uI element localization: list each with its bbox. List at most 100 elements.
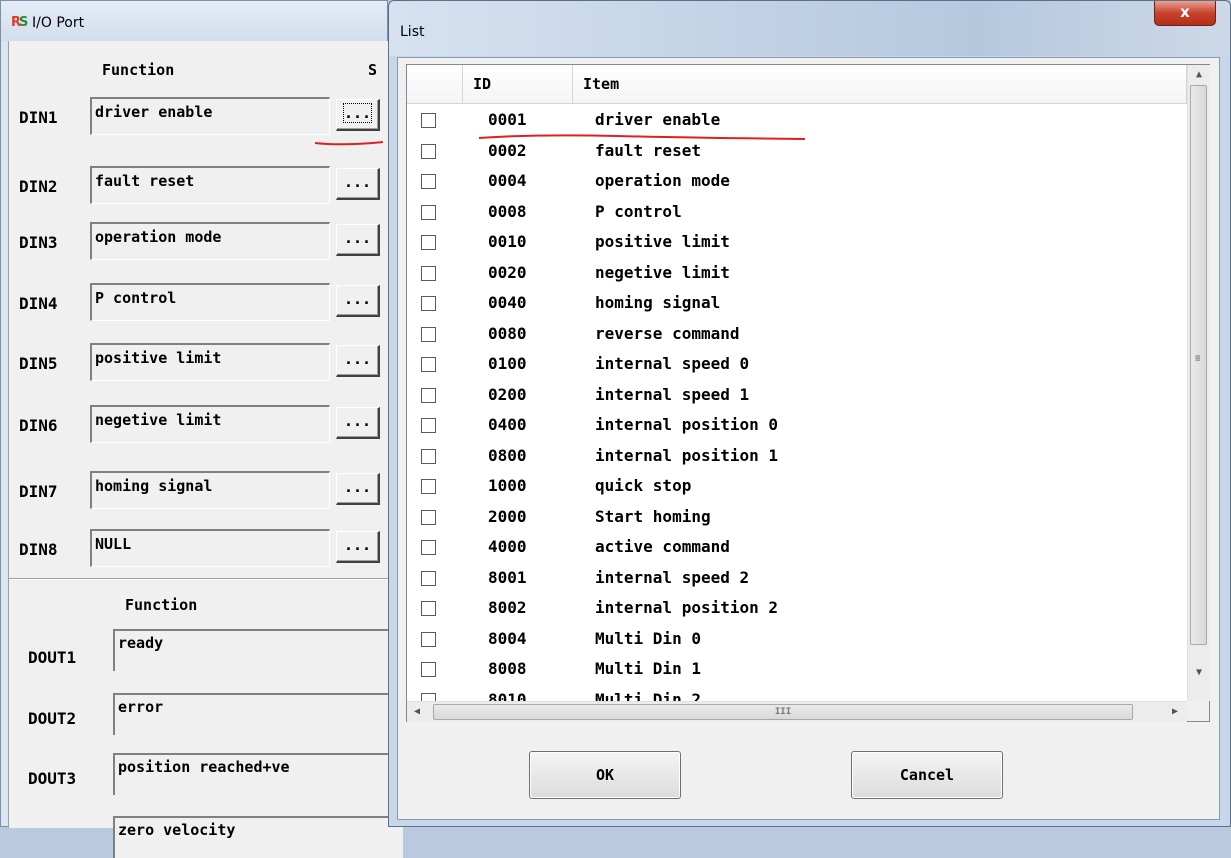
- dout1-label: DOUT1: [28, 648, 77, 667]
- list-row[interactable]: 0004 operation mode: [407, 166, 1187, 197]
- din6-browse-button[interactable]: ...: [336, 407, 380, 439]
- row-checkbox[interactable]: [421, 631, 436, 647]
- list-row[interactable]: 8002 internal position 2: [407, 593, 1187, 624]
- row-checkbox[interactable]: [421, 418, 436, 433]
- list-row[interactable]: 0008 P control: [407, 197, 1187, 228]
- dout4-function-field[interactable]: zero velocity: [113, 816, 403, 858]
- row-item: operation mode: [595, 171, 730, 190]
- scroll-down-arrow-icon[interactable]: ▼: [1188, 663, 1210, 683]
- list-row[interactable]: 0080 reverse command: [407, 319, 1187, 350]
- row-checkbox[interactable]: [421, 479, 436, 494]
- row-item: homing signal: [595, 293, 721, 312]
- din2-label: DIN2: [19, 177, 58, 196]
- row-id: 8001: [488, 567, 527, 587]
- din5-browse-button[interactable]: ...: [336, 345, 380, 377]
- row-checkbox[interactable]: [421, 296, 436, 311]
- list-row[interactable]: 0020 negetive limit: [407, 258, 1187, 289]
- row-checkbox[interactable]: [421, 235, 436, 250]
- list-row[interactable]: 8008 Multi Din 1: [407, 654, 1187, 685]
- list-row[interactable]: 0010 positive limit: [407, 227, 1187, 258]
- row-item: active command: [595, 537, 730, 556]
- dout3-label: DOUT3: [28, 769, 77, 788]
- list-row[interactable]: 0800 internal position 1: [407, 441, 1187, 472]
- din3-function-field[interactable]: operation mode: [90, 222, 330, 260]
- row-checkbox[interactable]: [421, 326, 436, 342]
- list-dialog-titlebar[interactable]: List x: [389, 1, 1230, 56]
- row-checkbox[interactable]: [421, 357, 436, 372]
- din8-browse-button[interactable]: ...: [336, 531, 380, 563]
- header-item[interactable]: Item: [573, 65, 1187, 103]
- list-row[interactable]: 2000 Start homing: [407, 502, 1187, 533]
- io-port-title: I/O Port: [32, 15, 85, 31]
- row-checkbox[interactable]: [421, 174, 436, 189]
- horizontal-scroll-thumb[interactable]: III: [433, 704, 1133, 720]
- vertical-scrollbar[interactable]: ▲ ≡ ▼: [1187, 65, 1210, 701]
- list-dialog-client: ID Item 0001 driver enable 0002 fault reset…: [397, 57, 1220, 820]
- row-checkbox[interactable]: [421, 570, 436, 586]
- din4-browse-button[interactable]: ...: [336, 285, 380, 317]
- din7-label: DIN7: [19, 482, 58, 501]
- horizontal-scrollbar[interactable]: ◀ III ▶: [407, 701, 1187, 722]
- row-item: internal speed 0: [595, 354, 750, 373]
- dout2-function-field[interactable]: error: [113, 693, 403, 735]
- list-row[interactable]: 0200 internal speed 1: [407, 380, 1187, 411]
- row-checkbox[interactable]: [421, 204, 436, 220]
- dout-function-header: Function: [125, 596, 198, 614]
- scroll-up-arrow-icon[interactable]: ▲: [1188, 65, 1210, 85]
- row-item: quick stop: [595, 476, 692, 495]
- io-port-titlebar[interactable]: RS I/O Port: [1, 1, 387, 41]
- din7-function-field[interactable]: homing signal: [90, 471, 330, 509]
- header-checkbox-column[interactable]: [407, 65, 463, 103]
- list-row[interactable]: 1000 quick stop: [407, 471, 1187, 502]
- close-button[interactable]: x: [1154, 1, 1216, 26]
- cancel-button[interactable]: Cancel: [851, 751, 1003, 799]
- vertical-scroll-thumb[interactable]: ≡: [1190, 85, 1207, 645]
- list-row[interactable]: 0040 homing signal: [407, 288, 1187, 319]
- row-item: negetive limit: [595, 262, 730, 282]
- header-id[interactable]: ID: [463, 65, 573, 103]
- row-checkbox[interactable]: [421, 387, 436, 403]
- row-checkbox[interactable]: [421, 509, 436, 525]
- row-id: 4000: [488, 537, 527, 556]
- ok-button[interactable]: OK: [529, 751, 681, 799]
- row-id: 0010: [488, 232, 527, 251]
- din5-function-field[interactable]: positive limit: [90, 343, 330, 381]
- din3-browse-button[interactable]: ...: [336, 224, 380, 256]
- row-id: 8004: [488, 628, 527, 648]
- row-checkbox[interactable]: [421, 113, 436, 128]
- row-checkbox[interactable]: [421, 662, 436, 677]
- din4-label: DIN4: [19, 294, 58, 313]
- list-row[interactable]: 0400 internal position 0: [407, 410, 1187, 441]
- function-listview[interactable]: ID Item 0001 driver enable 0002 fault reset…: [406, 64, 1210, 722]
- row-checkbox[interactable]: [421, 265, 436, 281]
- din2-function-field[interactable]: fault reset: [90, 166, 330, 204]
- row-checkbox[interactable]: [421, 540, 436, 555]
- dout3-function-field[interactable]: position reached+ve: [113, 753, 403, 795]
- row-checkbox[interactable]: [421, 143, 436, 159]
- row-checkbox[interactable]: [421, 448, 436, 464]
- row-item: internal position 1: [595, 445, 779, 465]
- row-item: reverse command: [595, 323, 740, 343]
- din6-function-field[interactable]: negetive limit: [90, 405, 330, 443]
- row-item: Multi Din 1: [595, 659, 701, 678]
- list-row[interactable]: 8001 internal speed 2: [407, 563, 1187, 594]
- row-checkbox[interactable]: [421, 601, 436, 616]
- scroll-right-arrow-icon[interactable]: ▶: [1165, 702, 1185, 722]
- list-row[interactable]: 8004 Multi Din 0: [407, 624, 1187, 655]
- din3-label: DIN3: [19, 233, 58, 252]
- din1-function-field[interactable]: driver enable: [90, 97, 330, 135]
- din8-function-field[interactable]: NULL: [90, 529, 330, 567]
- list-row[interactable]: 0100 internal speed 0: [407, 349, 1187, 380]
- row-id: 8002: [488, 598, 527, 617]
- din4-function-field[interactable]: P control: [90, 283, 330, 321]
- row-item: internal speed 1: [595, 384, 750, 404]
- scroll-left-arrow-icon[interactable]: ◀: [407, 702, 427, 722]
- din1-browse-button[interactable]: ...: [336, 99, 380, 131]
- dout1-function-field[interactable]: ready: [113, 629, 403, 671]
- din7-browse-button[interactable]: ...: [336, 473, 380, 505]
- dout2-label: DOUT2: [28, 709, 77, 728]
- list-row[interactable]: 4000 active command: [407, 532, 1187, 563]
- list-row[interactable]: 0001 driver enable: [407, 105, 1187, 136]
- din2-browse-button[interactable]: ...: [336, 168, 380, 200]
- row-id: 0008: [488, 201, 527, 221]
